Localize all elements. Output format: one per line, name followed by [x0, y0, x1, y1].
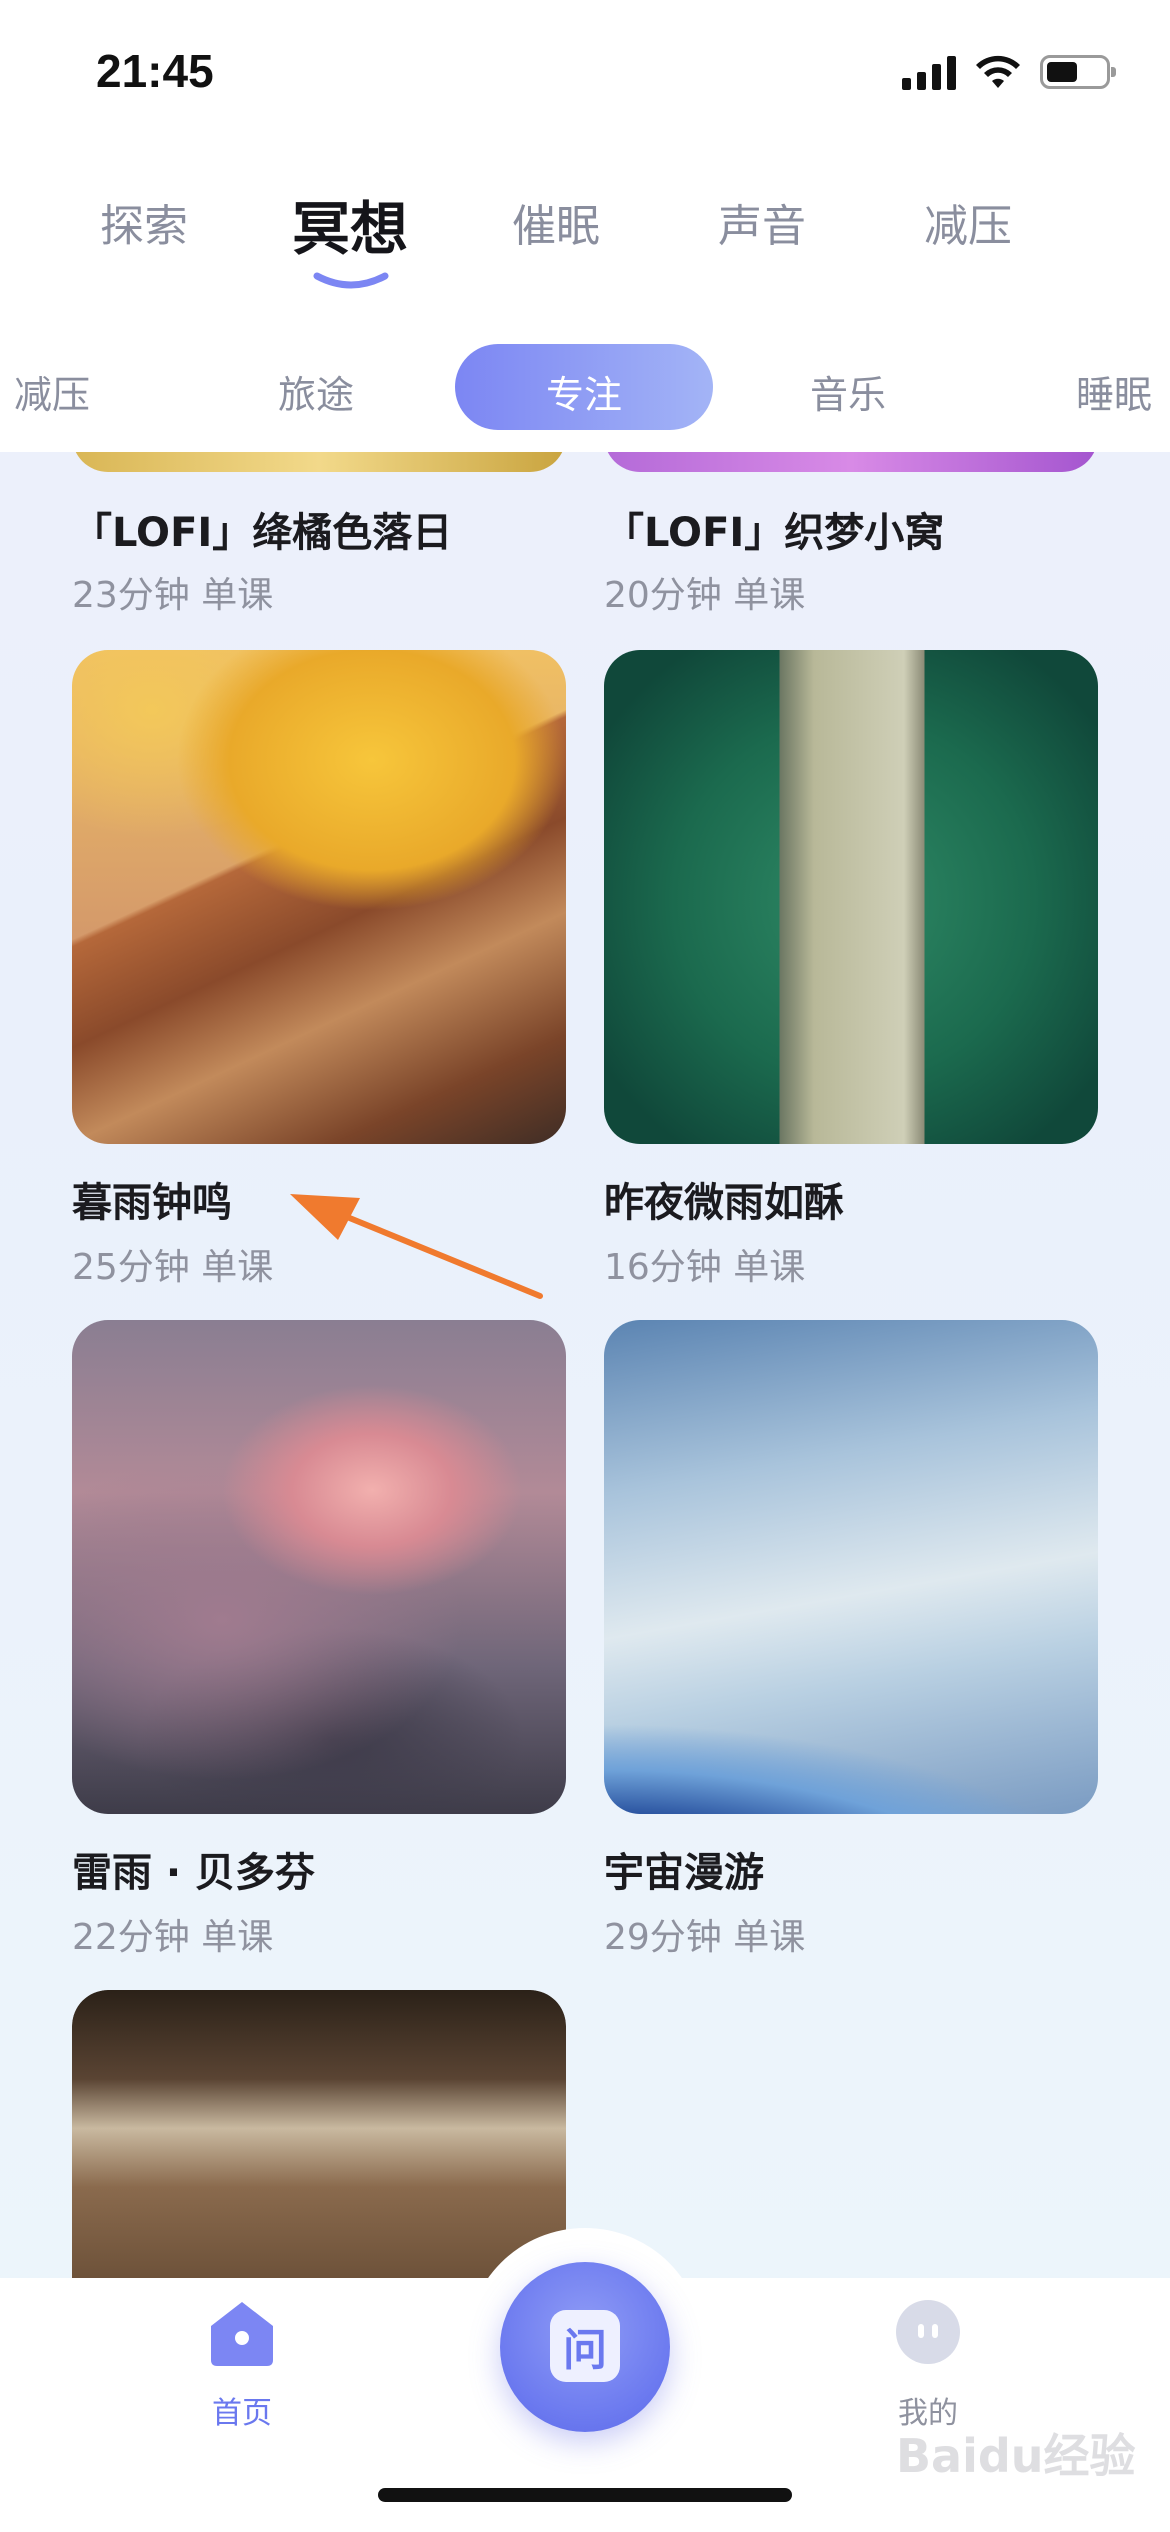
subtab-focus[interactable]: 专注: [546, 364, 622, 419]
list-item[interactable]: 「LOFI」织梦小窝 20分钟 单课: [604, 472, 1098, 622]
tab-sounds[interactable]: 声音: [718, 190, 806, 254]
tab-explore[interactable]: 探索: [100, 190, 188, 254]
card-image-storm-clouds: [72, 1320, 566, 1814]
list-item[interactable]: [72, 1990, 566, 2280]
ask-icon: 问: [550, 2310, 620, 2382]
card-title: 「LOFI」绛橘色落日: [72, 510, 453, 556]
list-item[interactable]: 宇宙漫游 29分钟 单课: [604, 1320, 1098, 1960]
card-image-library-hall: [72, 1990, 566, 2280]
nav-home-label: 首页: [212, 2396, 272, 2431]
wifi-icon: [976, 55, 1020, 88]
nav-profile[interactable]: 我的: [858, 2296, 998, 2432]
card-title: 「LOFI」织梦小窝: [604, 510, 945, 556]
nav-center-button[interactable]: 问: [500, 2262, 670, 2432]
card-image-earth-from-space: [604, 1320, 1098, 1814]
card-meta: 22分钟 单课: [72, 1917, 274, 1958]
card-title: 昨夜微雨如酥: [604, 1180, 844, 1226]
annotation-arrow-icon: [290, 1194, 543, 1299]
home-icon: [211, 2302, 273, 2366]
tab-relief[interactable]: 减压: [924, 190, 1012, 254]
watermark: Baidu经验: [896, 2429, 1136, 2483]
card-meta: 20分钟 单课: [604, 575, 806, 616]
subtab-relief[interactable]: 减压: [14, 364, 90, 419]
tab-meditation[interactable]: 冥想: [292, 182, 408, 266]
card-meta: 25分钟 单课: [72, 1247, 274, 1288]
sub-tab-bar: 减压 旅途 专注 音乐 睡眠: [0, 344, 1170, 430]
list-item[interactable]: 雷雨 · 贝多芬 22分钟 单课: [72, 1320, 566, 1960]
home-indicator[interactable]: [378, 2488, 792, 2502]
card-title: 宇宙漫游: [604, 1850, 764, 1896]
card-image-ginkgo-roof: [72, 650, 566, 1144]
status-time: 21:45: [96, 45, 214, 97]
card-meta: 29分钟 单课: [604, 1917, 806, 1958]
tab-hypnosis[interactable]: 催眠: [512, 190, 600, 254]
list-item[interactable]: 昨夜微雨如酥 16分钟 单课: [604, 650, 1098, 1290]
card-meta: 16分钟 单课: [604, 1247, 806, 1288]
card-title: 暮雨钟鸣: [72, 1180, 232, 1226]
subtab-sleep[interactable]: 睡眠: [1076, 364, 1152, 419]
active-tab-indicator: [313, 272, 389, 289]
subtab-journey[interactable]: 旅途: [278, 364, 354, 419]
status-indicators: [902, 50, 1116, 94]
main-tab-bar: 探索 冥想 催眠 声音 减压: [0, 190, 1170, 300]
list-item[interactable]: 「LOFI」绛橘色落日 23分钟 单课: [72, 472, 566, 622]
nav-home[interactable]: 首页: [172, 2296, 312, 2432]
profile-icon: [896, 2300, 960, 2364]
card-meta: 23分钟 单课: [72, 575, 274, 616]
card-image-bird-feeder-rain: [604, 650, 1098, 1144]
cellular-signal-icon: [902, 54, 956, 90]
top-header: 21:45 探索 冥想 催眠 声音 减压 减压 旅途 专注 音乐 睡眠: [0, 0, 1170, 452]
subtab-music[interactable]: 音乐: [810, 364, 886, 419]
card-title: 雷雨 · 贝多芬: [72, 1850, 316, 1896]
battery-icon: [1040, 55, 1116, 89]
